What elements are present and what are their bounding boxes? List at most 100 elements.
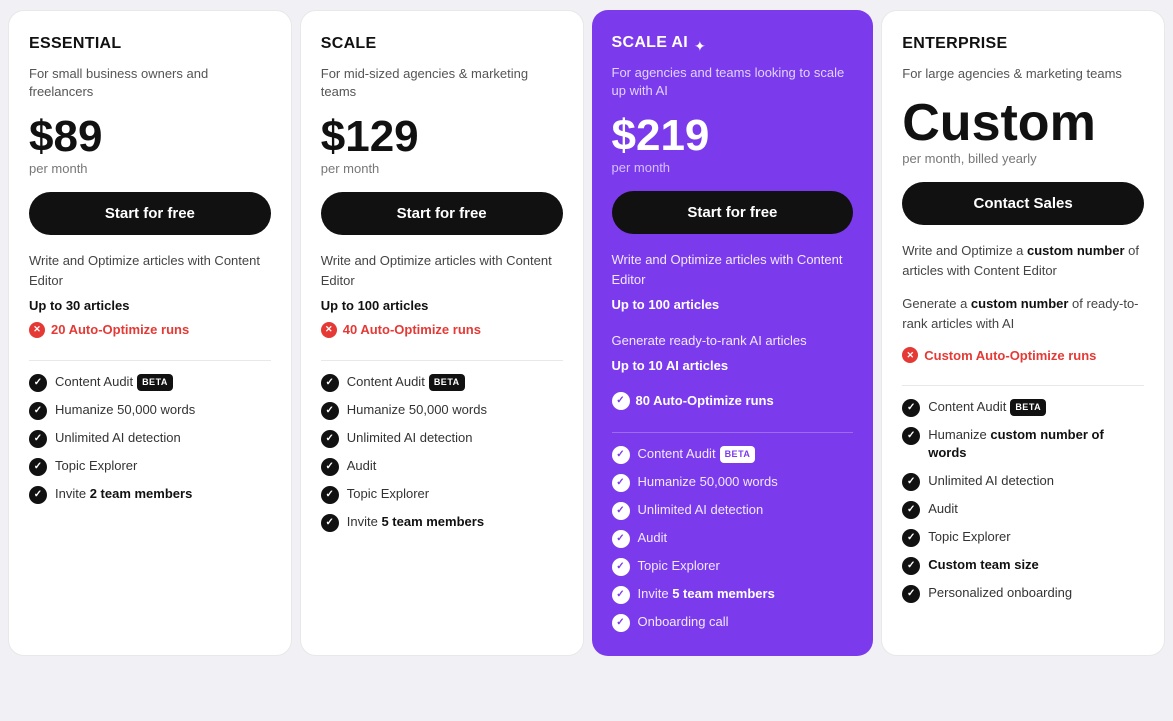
plan-desc-2: Up to 100 articles [321, 296, 563, 316]
feature-label: Content AuditBETA [928, 398, 1046, 416]
plan-card-scale: SCALE For mid-sized agencies & marketing … [300, 10, 584, 656]
check-icon [321, 402, 339, 420]
feature-label: Onboarding call [638, 613, 729, 631]
feature-label: Topic Explorer [55, 457, 137, 475]
feature-item: Topic Explorer [612, 557, 854, 576]
check-icon [321, 374, 339, 392]
plan-desc-1: Write and Optimize articles with Content… [29, 251, 271, 290]
plan-cta-essential[interactable]: Start for free [29, 192, 271, 235]
x-icon [321, 322, 337, 338]
check-icon [29, 430, 47, 448]
feature-label: Humanize custom number of words [928, 426, 1144, 462]
check-icon [321, 514, 339, 532]
feature-item: Invite 5 team members [612, 585, 854, 604]
plan-name: SCALE [321, 35, 377, 53]
feature-item: Unlimited AI detection [29, 429, 271, 448]
feature-item: Audit [321, 457, 563, 476]
feature-list: Content AuditBETA Humanize 50,000 words Un… [29, 373, 271, 504]
feature-list: Content AuditBETA Humanize 50,000 words Un… [612, 445, 854, 632]
feature-item: Unlimited AI detection [902, 472, 1144, 491]
feature-item: Topic Explorer [321, 485, 563, 504]
check-icon [29, 486, 47, 504]
plan-name-row: ENTERPRISE [902, 35, 1144, 59]
check-icon [902, 557, 920, 575]
divider [321, 360, 563, 361]
auto-optimize-label: 40 Auto-Optimize runs [343, 322, 481, 337]
divider [612, 432, 854, 433]
plan-price: Custom [902, 97, 1144, 149]
feature-label: Unlimited AI detection [55, 429, 181, 447]
feature-item: Audit [612, 529, 854, 548]
check-icon [612, 502, 630, 520]
x-icon [902, 347, 918, 363]
feature-label: Humanize 50,000 words [55, 401, 195, 419]
auto-optimize-row: Custom Auto-Optimize runs [902, 347, 1144, 363]
check-icon [612, 558, 630, 576]
beta-badge: BETA [137, 374, 173, 391]
check-icon [612, 530, 630, 548]
beta-badge: BETA [720, 446, 756, 463]
plan-name-row: ESSENTIAL [29, 35, 271, 59]
feature-item: Unlimited AI detection [612, 501, 854, 520]
plan-cta-enterprise[interactable]: Contact Sales [902, 182, 1144, 225]
plan-subtitle: For small business owners and freelancer… [29, 65, 271, 101]
check-icon [612, 614, 630, 632]
feature-label: Custom team size [928, 556, 1039, 574]
check-icon [29, 402, 47, 420]
feature-item: Onboarding call [612, 613, 854, 632]
check-icon [902, 399, 920, 417]
x-icon [29, 322, 45, 338]
plan-name-row: SCALE AI ✦ [612, 34, 854, 58]
plan-cta-scale[interactable]: Start for free [321, 192, 563, 235]
plan-subtitle: For mid-sized agencies & marketing teams [321, 65, 563, 101]
check-icon [902, 501, 920, 519]
check-icon [612, 446, 630, 464]
check-icon [902, 473, 920, 491]
feature-label: Audit [928, 500, 958, 518]
feature-item: Invite 5 team members [321, 513, 563, 532]
plan-period: per month [29, 161, 271, 176]
feature-label: Unlimited AI detection [928, 472, 1054, 490]
feature-label: Invite 2 team members [55, 485, 192, 503]
plan-name: ESSENTIAL [29, 35, 122, 53]
plan-desc-2: Up to 30 articles [29, 296, 271, 316]
plan-card-essential: ESSENTIAL For small business owners and f… [8, 10, 292, 656]
auto-optimize-label: 20 Auto-Optimize runs [51, 322, 189, 337]
feature-label: Audit [347, 457, 377, 475]
check-icon [902, 529, 920, 547]
feature-item: Content AuditBETA [29, 373, 271, 392]
feature-label: Topic Explorer [638, 557, 720, 575]
feature-item: Audit [902, 500, 1144, 519]
plan-price: $89 [29, 115, 271, 159]
plan-desc-2: Generate a custom number of ready-to-ran… [902, 294, 1144, 333]
feature-item: Humanize 50,000 words [612, 473, 854, 492]
feature-item: Humanize 50,000 words [321, 401, 563, 420]
feature-label: Content AuditBETA [638, 445, 756, 463]
auto-optimize-label: 80 Auto-Optimize runs [636, 393, 774, 408]
feature-label: Invite 5 team members [347, 513, 484, 531]
sparkle-icon: ✦ [694, 38, 706, 55]
check-icon [321, 486, 339, 504]
plan-cta-scale_ai[interactable]: Start for free [612, 191, 854, 234]
feature-label: Topic Explorer [347, 485, 429, 503]
feature-label: Topic Explorer [928, 528, 1010, 546]
plan-name: SCALE AI [612, 34, 688, 52]
feature-label: Audit [638, 529, 668, 547]
divider [29, 360, 271, 361]
beta-badge: BETA [429, 374, 465, 391]
feature-item: Topic Explorer [902, 528, 1144, 547]
check-icon [902, 585, 920, 603]
plan-desc-3: Generate ready-to-rank AI articles [612, 331, 854, 351]
check-icon [321, 458, 339, 476]
feature-label: Content AuditBETA [55, 373, 173, 391]
feature-item: Personalized onboarding [902, 584, 1144, 603]
plan-subtitle: For agencies and teams looking to scale … [612, 64, 854, 100]
feature-label: Unlimited AI detection [638, 501, 764, 519]
beta-badge: BETA [1010, 399, 1046, 416]
plan-desc-1: Write and Optimize a custom number of ar… [902, 241, 1144, 280]
check-icon [612, 474, 630, 492]
feature-label: Unlimited AI detection [347, 429, 473, 447]
feature-item: Humanize custom number of words [902, 426, 1144, 462]
auto-optimize-row: 80 Auto-Optimize runs [612, 392, 854, 410]
feature-list: Content AuditBETA Humanize custom number … [902, 398, 1144, 602]
